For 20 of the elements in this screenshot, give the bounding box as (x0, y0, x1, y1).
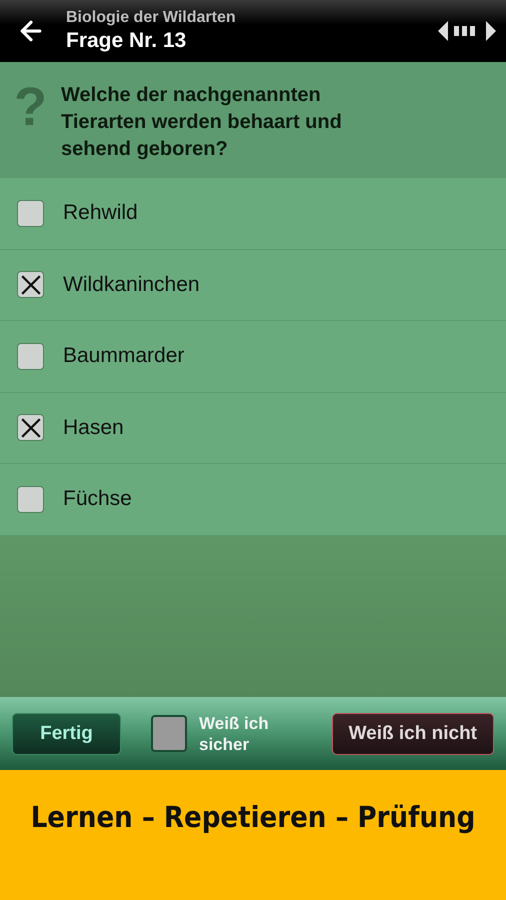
done-button[interactable]: Fertig (12, 712, 121, 754)
answer-checkbox[interactable] (17, 414, 44, 442)
question-text: Welche der nachgenannten Tierarten werden behaart und sehend geboren? (61, 83, 343, 162)
slogan-banner-text: Lernen – Repetieren – Prüfung (30, 800, 476, 836)
sure-checkbox[interactable] (151, 715, 187, 752)
answer-checkbox[interactable] (17, 486, 44, 513)
answer-label[interactable]: Wildkaninchen (63, 272, 200, 297)
answer-label[interactable]: Rehwild (63, 201, 138, 226)
answer-label[interactable]: Baummarder (63, 344, 184, 368)
answer-checkbox[interactable] (17, 342, 44, 370)
answer-label[interactable]: Hasen (63, 416, 124, 440)
answer-checkbox[interactable] (17, 200, 44, 227)
category-subtitle: Biologie der Wildarten (66, 8, 237, 28)
dont-know-button[interactable]: Weiß ich nicht (332, 712, 494, 754)
sure-label: Weiß ich sicher (199, 712, 270, 754)
navigation-arrows-icon[interactable] (438, 19, 496, 43)
answer-label[interactable]: Füchse (63, 487, 132, 512)
answer-checkbox[interactable] (17, 271, 44, 298)
question-number-title: Frage Nr. 13 (66, 28, 188, 54)
question-mark: ? (14, 80, 47, 139)
